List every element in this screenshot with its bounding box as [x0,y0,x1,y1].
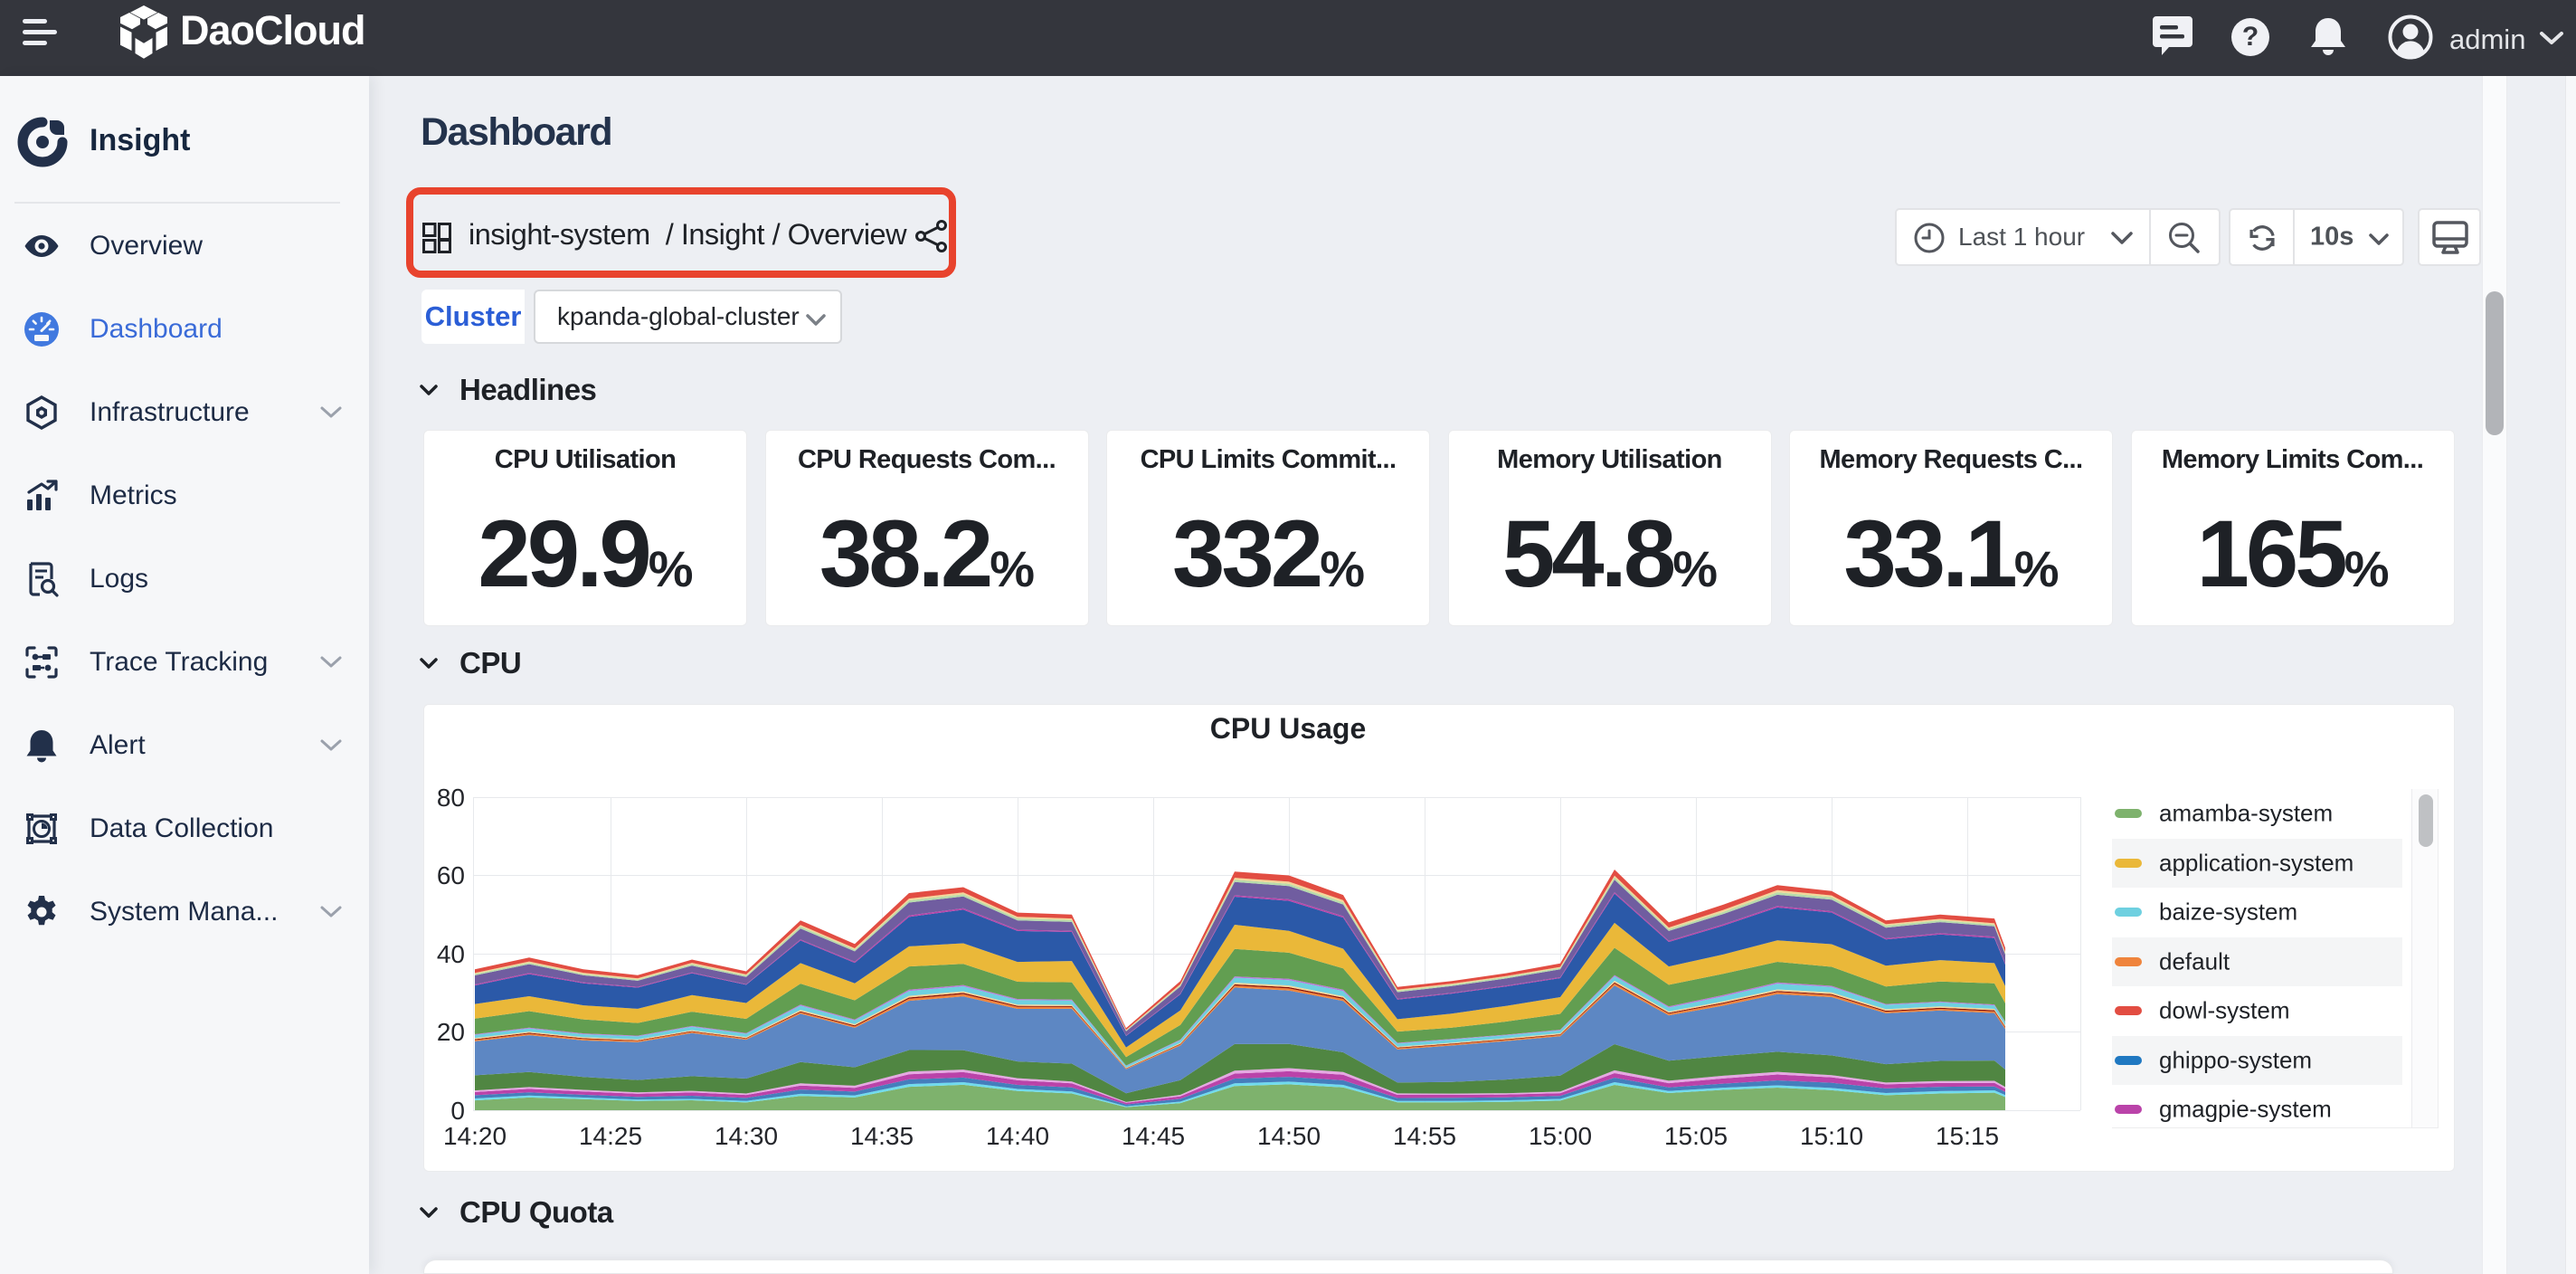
svg-text:?: ? [2242,22,2259,52]
